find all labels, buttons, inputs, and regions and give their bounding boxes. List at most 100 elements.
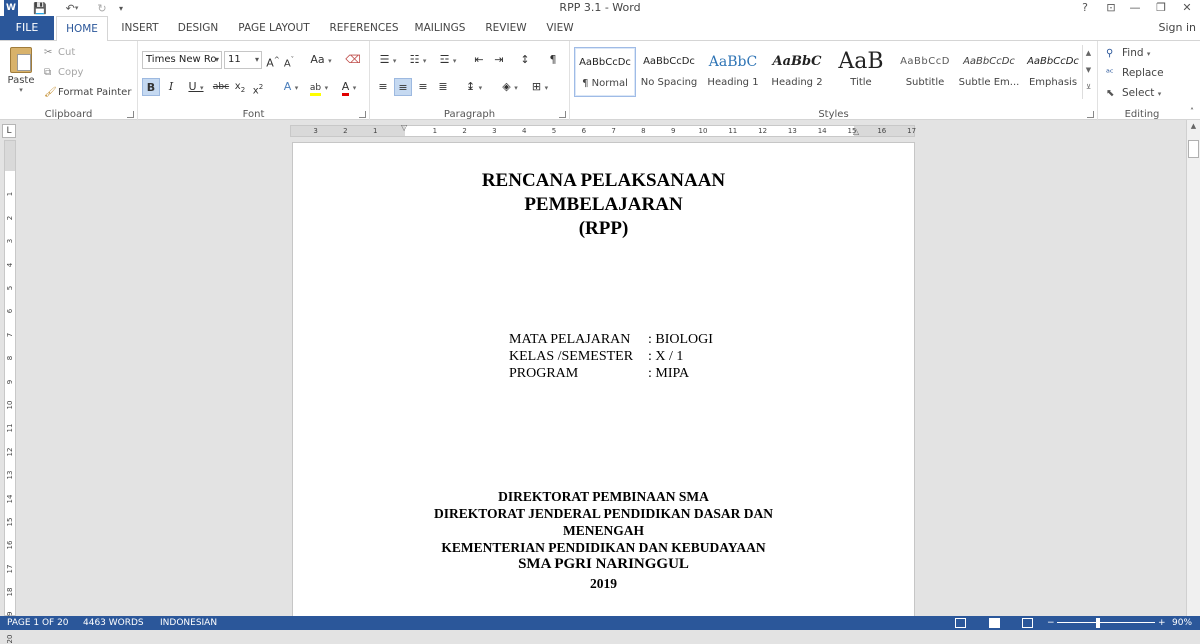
font-size-combo[interactable]: 11 ▾ xyxy=(224,51,262,69)
grow-font-button[interactable]: A^ xyxy=(266,51,280,70)
zoom-level[interactable]: 90% xyxy=(1172,616,1192,630)
increase-indent-icon[interactable]: ⇥ xyxy=(490,51,508,69)
more-styles-icon[interactable]: ⊻ xyxy=(1083,79,1094,96)
web-layout-icon[interactable] xyxy=(1022,618,1033,628)
tab-home[interactable]: HOME xyxy=(56,16,108,41)
numbering-button[interactable]: ☷ ▾ xyxy=(404,51,432,69)
zoom-in-button[interactable]: + xyxy=(1158,616,1166,630)
scissors-icon: ✂ xyxy=(44,47,53,58)
zoom-slider[interactable] xyxy=(1057,622,1155,623)
copy-button[interactable]: ⧉ Copy xyxy=(44,65,83,81)
tab-references[interactable]: REFERENCES xyxy=(324,16,404,40)
line-spacing-button[interactable]: ↨ ▾ xyxy=(460,78,488,96)
style-subtitle[interactable]: AaBbCcD Subtitle xyxy=(894,47,956,97)
align-right-icon[interactable]: ≡ xyxy=(414,78,432,96)
style-heading-2[interactable]: AaBbC Heading 2 xyxy=(766,47,828,97)
change-case-button[interactable]: Aa ▾ xyxy=(308,51,334,69)
italic-button[interactable]: I xyxy=(162,78,180,96)
chevron-down-icon[interactable]: ▼ xyxy=(1083,62,1094,79)
close-button[interactable]: ✕ xyxy=(1176,0,1198,16)
style-name: Subtle Em... xyxy=(958,77,1020,88)
tab-review[interactable]: REVIEW xyxy=(476,16,536,40)
ruler-number: 1 xyxy=(432,127,438,135)
decrease-indent-icon[interactable]: ⇤ xyxy=(470,51,488,69)
language-indicator[interactable]: INDONESIAN xyxy=(160,616,217,630)
justify-icon[interactable]: ≣ xyxy=(434,78,452,96)
print-layout-icon[interactable] xyxy=(989,618,1000,628)
right-indent-marker[interactable]: △ xyxy=(853,127,859,136)
sign-in-link[interactable]: Sign in xyxy=(1158,16,1196,40)
zoom-slider-thumb[interactable] xyxy=(1096,618,1100,628)
multilevel-list-button[interactable]: ☲ ▾ xyxy=(434,51,462,69)
clear-formatting-icon[interactable]: ⌫ xyxy=(344,51,362,69)
tab-design[interactable]: DESIGN xyxy=(172,16,224,40)
strikethrough-button[interactable]: abc xyxy=(212,78,230,96)
clipboard-launcher-icon[interactable] xyxy=(127,111,134,118)
ruler-number: 8 xyxy=(6,355,14,361)
chevron-up-icon[interactable]: ▲ xyxy=(1083,45,1094,62)
underline-button[interactable]: U ▾ xyxy=(182,78,210,96)
horizontal-ruler[interactable]: 3 2 1 1 2 3 4 5 6 7 8 9 10 11 12 13 14 15 16 17 ▽ △ xyxy=(290,123,916,137)
font-name-combo[interactable]: Times New Ro ▾ xyxy=(142,51,222,69)
document-page[interactable]: RENCANA PELAKSANAAN PEMBELAJARAN (RPP) M… xyxy=(292,142,915,622)
align-left-icon[interactable]: ≡ xyxy=(374,78,392,96)
styles-gallery-scroll[interactable]: ▲ ▼ ⊻ xyxy=(1082,45,1094,99)
shading-button[interactable]: ◈ ▾ xyxy=(496,78,524,96)
superscript-button[interactable]: x2 xyxy=(250,78,266,96)
paste-button[interactable]: Paste ▾ xyxy=(4,45,38,99)
ruler-number: 13 xyxy=(6,470,14,480)
style-title[interactable]: AaB Title xyxy=(830,47,892,97)
restore-button[interactable]: ❐ xyxy=(1150,0,1172,16)
style-normal[interactable]: AaBbCcDc ¶ Normal xyxy=(574,47,636,97)
ruler-number: 6 xyxy=(6,309,14,314)
ruler-number: 16 xyxy=(877,127,887,135)
shrink-font-button[interactable]: Aˇ xyxy=(282,51,296,69)
ribbon-display-options-icon[interactable]: ⊡ xyxy=(1100,0,1122,16)
cut-button[interactable]: ✂ Cut xyxy=(44,45,75,61)
borders-button[interactable]: ⊞ ▾ xyxy=(526,78,554,96)
subscript-button[interactable]: x2 xyxy=(232,78,248,96)
vertical-scrollbar[interactable]: ▲ xyxy=(1186,120,1200,616)
style-heading-1[interactable]: AaBbC Heading 1 xyxy=(702,47,764,97)
paragraph-launcher-icon[interactable] xyxy=(559,111,566,118)
help-button[interactable]: ? xyxy=(1074,0,1096,16)
style-subtle-emphasis[interactable]: AaBbCcDc Subtle Em... xyxy=(958,47,1020,97)
tab-selector[interactable]: L xyxy=(2,124,16,138)
page-count[interactable]: PAGE 1 OF 20 xyxy=(7,616,69,630)
word-count[interactable]: 4463 WORDS xyxy=(83,616,144,630)
ribbon: Paste ▾ ✂ Cut ⧉ Copy 🖌Format Painter Clipb… xyxy=(0,40,1200,121)
font-color-button[interactable]: A ▾ xyxy=(336,78,362,96)
format-painter-button[interactable]: 🖌Format Painter xyxy=(44,85,131,101)
style-emphasis[interactable]: AaBbCcDc Emphasis xyxy=(1022,47,1084,97)
style-no-spacing[interactable]: AaBbCcDc No Spacing xyxy=(638,47,700,97)
bold-button[interactable]: B xyxy=(142,78,160,96)
scrollbar-thumb[interactable] xyxy=(1188,140,1199,158)
zoom-out-button[interactable]: − xyxy=(1047,616,1055,630)
sort-icon[interactable]: ↕ xyxy=(516,51,534,69)
tab-page-layout[interactable]: PAGE LAYOUT xyxy=(230,16,318,40)
tab-file[interactable]: FILE xyxy=(0,16,54,40)
scroll-up-icon[interactable]: ▲ xyxy=(1187,122,1200,130)
find-label: Find xyxy=(1122,47,1144,59)
tab-view[interactable]: VIEW xyxy=(540,16,580,40)
bullets-button[interactable]: ☰ ▾ xyxy=(374,51,402,69)
text-effects-button[interactable]: A ▾ xyxy=(278,78,304,96)
vertical-ruler[interactable]: 1234567891011121314151617181920 xyxy=(4,140,16,643)
first-line-indent-marker[interactable]: ▽ xyxy=(401,123,407,132)
find-button[interactable]: ⚲ Find ▾ xyxy=(1106,44,1150,62)
align-center-icon[interactable]: ≡ xyxy=(394,78,412,96)
show-formatting-marks-icon[interactable]: ¶ xyxy=(544,51,562,69)
collapse-ribbon-icon[interactable]: ˄ xyxy=(1186,103,1198,121)
style-preview: AaBbC xyxy=(708,54,758,70)
select-button[interactable]: ⬉ Select ▾ xyxy=(1106,84,1161,102)
minimize-button[interactable]: — xyxy=(1124,0,1146,16)
read-mode-icon[interactable] xyxy=(955,618,966,628)
tab-insert[interactable]: INSERT xyxy=(114,16,166,40)
style-name: Subtitle xyxy=(905,77,945,88)
doc-title-line: PEMBELAJARAN xyxy=(524,194,683,215)
highlight-color-button[interactable]: ab ▾ xyxy=(306,78,332,96)
tab-mailings[interactable]: MAILINGS xyxy=(410,16,470,40)
font-launcher-icon[interactable] xyxy=(359,111,366,118)
replace-button[interactable]: ᵃᶜ Replace xyxy=(1106,64,1164,82)
styles-launcher-icon[interactable] xyxy=(1087,111,1094,118)
